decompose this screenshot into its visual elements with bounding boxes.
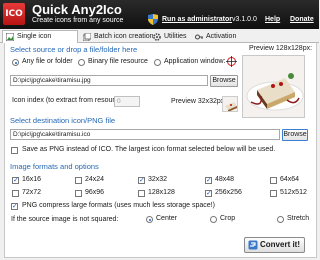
tab-single-icon-creation[interactable]: Single icon creation	[2, 30, 78, 52]
size-checkbox[interactable]: ✓	[138, 177, 145, 184]
png-compress-label: PNG compress large formats (uses much le…	[22, 202, 215, 209]
convert-label: Convert it!	[260, 240, 300, 249]
size-checkbox[interactable]	[12, 190, 19, 197]
radio-stretch-label: Stretch	[287, 215, 310, 222]
size-label: 96x96	[85, 189, 105, 196]
source-heading: Select source or drop a file/folder here	[10, 45, 138, 54]
image-icon	[6, 33, 14, 41]
size-checkbox[interactable]	[75, 190, 82, 197]
preview-128-image	[242, 55, 305, 118]
shield-icon	[148, 14, 158, 25]
radio-app-window-label: Application window:	[164, 58, 226, 65]
size-label: 72x72	[22, 189, 42, 196]
donate-link[interactable]: Donate	[290, 16, 314, 23]
destination-browse-button[interactable]: Browse	[282, 129, 308, 141]
size-checkbox[interactable]: ✓	[12, 177, 19, 184]
size-checkbox[interactable]	[75, 177, 82, 184]
cake-image	[243, 56, 304, 117]
radio-binary-resource[interactable]	[78, 59, 85, 66]
tab-batch-icon-creation[interactable]: Batch icon creation	[80, 31, 158, 42]
size-label: 32x32	[148, 176, 168, 183]
size-checkbox[interactable]	[138, 190, 145, 197]
radio-any-file-label: Any file or folder	[22, 58, 73, 65]
cake-thumb-image	[223, 97, 237, 111]
formats-heading: Image formats and options	[10, 162, 99, 171]
radio-any-file[interactable]	[12, 59, 19, 66]
gear-icon	[153, 33, 161, 41]
help-link[interactable]: Help	[265, 16, 280, 23]
tab-label: Activation	[206, 33, 237, 40]
radio-center-label: Center	[156, 215, 178, 222]
tab-activation[interactable]: Activation	[192, 31, 242, 42]
key-icon	[195, 34, 203, 40]
destination-path-input[interactable]: D:\pic\jpg\cake\tiramisu.ico	[10, 129, 280, 140]
app-header: ICO Quick Any2Ico Create icons from any …	[0, 0, 319, 29]
size-label: 256x256	[215, 189, 242, 196]
source-path-input[interactable]: D:\pic\jpg\cake\tiramisu.jpg	[10, 75, 208, 86]
size-label: 24x24	[85, 176, 105, 183]
size-label: 512x512	[280, 189, 307, 196]
size-checkbox[interactable]	[270, 190, 277, 197]
icon-index-label: Icon index (to extract from resource):	[12, 97, 127, 104]
radio-app-window[interactable]	[154, 59, 161, 66]
preview-32-image	[222, 96, 238, 112]
size-checkbox[interactable]: ✓	[205, 177, 212, 184]
size-label: 64x64	[280, 176, 300, 183]
not-square-label: If the source image is not squared:	[11, 216, 119, 223]
source-browse-button[interactable]: Browse	[210, 75, 238, 87]
save-png-label: Save as PNG instead of ICO. The largest …	[22, 146, 276, 153]
convert-button[interactable]: Convert it!	[244, 237, 305, 253]
save-png-checkbox[interactable]	[11, 147, 18, 154]
size-label: 16x16	[22, 176, 42, 183]
radio-stretch[interactable]	[277, 216, 284, 223]
version-label: v3.1.0.0	[232, 16, 257, 23]
tab-bar: Single icon creation Batch icon creation…	[0, 30, 319, 52]
size-checkbox[interactable]	[270, 177, 277, 184]
tab-label: Batch icon creation	[94, 33, 154, 40]
icon-index-spinner[interactable]: 0	[114, 96, 140, 107]
batch-icon	[83, 33, 91, 41]
app-title: Quick Any2Ico	[32, 2, 122, 17]
radio-crop-label: Crop	[220, 215, 236, 222]
run-as-admin-link[interactable]: Run as administrator	[162, 16, 232, 23]
destination-heading: Select destination icon/PNG file	[10, 116, 116, 125]
convert-icon	[248, 240, 258, 250]
preview128-label: Preview 128x128px:	[249, 45, 313, 52]
radio-crop[interactable]	[210, 216, 217, 223]
crosshair-icon[interactable]	[226, 56, 237, 67]
app-subtitle: Create icons from any source	[32, 17, 124, 24]
size-checkbox[interactable]: ✓	[205, 190, 212, 197]
app-logo: ICO	[3, 3, 25, 25]
radio-center[interactable]	[146, 216, 153, 223]
png-compress-checkbox[interactable]: ✓	[11, 203, 18, 210]
preview32-label: Preview 32x32px:	[171, 98, 227, 105]
size-label: 128x128	[148, 189, 175, 196]
size-label: 48x48	[215, 176, 235, 183]
tab-utilities[interactable]: Utilities	[150, 31, 194, 42]
tab-label: Utilities	[164, 33, 187, 40]
radio-binary-resource-label: Binary file resource	[88, 58, 148, 65]
